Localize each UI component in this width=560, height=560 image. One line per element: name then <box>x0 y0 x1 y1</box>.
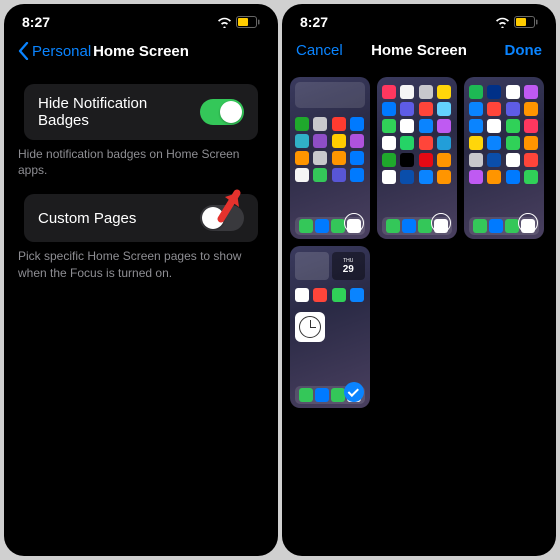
page-thumb-3[interactable] <box>464 77 544 239</box>
select-circle[interactable] <box>431 213 451 233</box>
page-thumb-1[interactable] <box>290 77 370 239</box>
chevron-left-icon <box>18 42 29 60</box>
battery-icon <box>236 16 260 28</box>
status-time: 8:27 <box>300 14 328 30</box>
hide-badges-label: Hide Notification Badges <box>38 95 200 129</box>
cancel-button[interactable]: Cancel <box>296 42 343 59</box>
custom-pages-label: Custom Pages <box>38 210 136 227</box>
page-thumb-2[interactable] <box>377 77 457 239</box>
page-picker-screen: 8:27 Cancel Home Screen Done <box>282 4 556 556</box>
pages-grid: THU29 <box>282 67 556 418</box>
select-circle-checked[interactable] <box>344 382 364 402</box>
page-title: Home Screen <box>371 42 467 59</box>
custom-pages-row: Custom Pages <box>24 194 258 242</box>
custom-pages-toggle[interactable] <box>200 205 244 231</box>
select-circle[interactable] <box>518 213 538 233</box>
done-button[interactable]: Done <box>505 42 543 59</box>
settings-group-badges: Hide Notification Badges Hide notificati… <box>4 84 278 178</box>
wifi-icon <box>495 17 510 28</box>
status-bar: 8:27 <box>4 4 278 34</box>
status-icons <box>495 16 538 28</box>
wifi-icon <box>217 17 232 28</box>
nav-bar: Personal Home Screen <box>4 34 278 68</box>
page-title: Home Screen <box>93 43 189 60</box>
settings-group-custom-pages: Custom Pages Pick specific Home Screen p… <box>4 194 278 280</box>
hide-badges-toggle[interactable] <box>200 99 244 125</box>
back-label: Personal <box>32 43 91 60</box>
page-thumb-4[interactable]: THU29 <box>290 246 370 408</box>
status-bar: 8:27 <box>282 4 556 34</box>
custom-pages-footer: Pick specific Home Screen pages to show … <box>4 242 278 280</box>
hide-badges-footer: Hide notification badges on Home Screen … <box>4 140 278 178</box>
nav-bar: Cancel Home Screen Done <box>282 34 556 67</box>
status-icons <box>217 16 260 28</box>
select-circle[interactable] <box>344 213 364 233</box>
hide-badges-row: Hide Notification Badges <box>24 84 258 140</box>
battery-icon <box>514 16 538 28</box>
back-button[interactable]: Personal <box>18 42 91 60</box>
settings-screen: 8:27 Personal Home Screen Hide Notificat… <box>4 4 278 556</box>
status-time: 8:27 <box>22 14 50 30</box>
